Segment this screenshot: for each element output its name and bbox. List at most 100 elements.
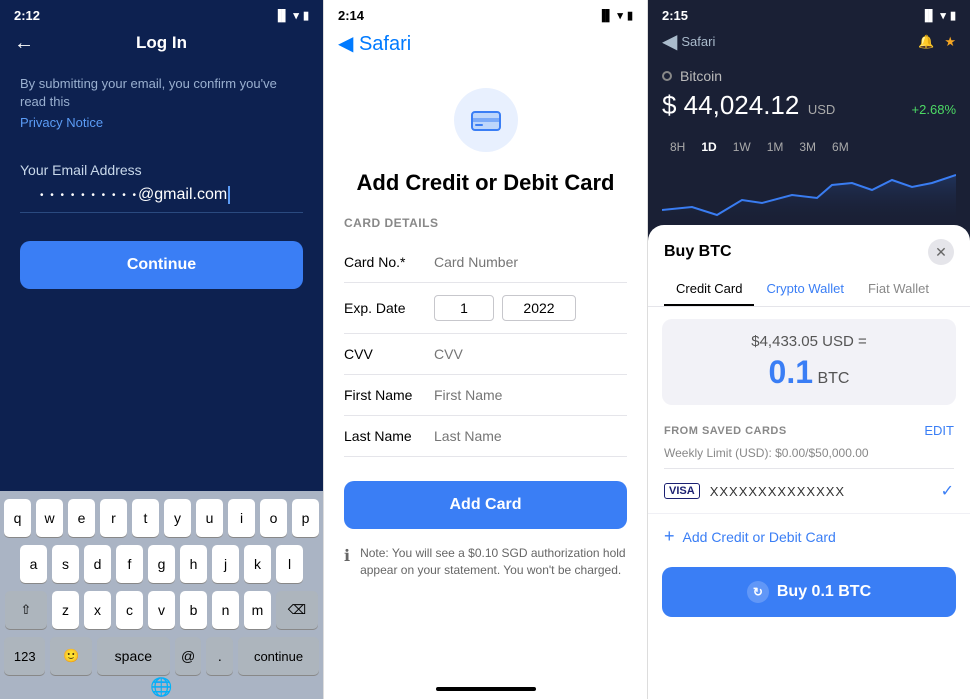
battery-icon-2: ▮ <box>627 9 633 22</box>
buy-button[interactable]: ↻ Buy 0.1 BTC <box>662 567 956 617</box>
note-row: ℹ Note: You will see a $0.10 SGD authori… <box>344 545 627 579</box>
key-q[interactable]: q <box>4 499 31 537</box>
key-z[interactable]: z <box>52 591 79 629</box>
keyboard-row-4: 123 🙂 space @ . continue <box>4 637 319 675</box>
exp-date-label: Exp. Date <box>344 300 434 316</box>
globe-icon[interactable]: 🌐 <box>150 677 172 698</box>
key-j[interactable]: j <box>212 545 239 583</box>
privacy-link[interactable]: Privacy Notice <box>0 115 323 134</box>
home-bar-2 <box>436 687 536 691</box>
email-input-row[interactable]: • • • • • • • • • • @gmail.com <box>20 186 303 213</box>
first-name-input[interactable] <box>434 387 627 403</box>
modal-tabs: Credit Card Crypto Wallet Fiat Wallet <box>648 273 970 307</box>
tab-credit-card[interactable]: Credit Card <box>664 273 754 306</box>
coin-name: Bitcoin <box>680 68 722 84</box>
key-b[interactable]: b <box>180 591 207 629</box>
close-button[interactable]: ✕ <box>928 239 954 265</box>
card-icon-container <box>454 88 518 152</box>
key-p[interactable]: p <box>292 499 319 537</box>
crypto-header: Bitcoin $ 44,024.12 USD +2.68% <box>648 60 970 129</box>
chart-tab-1m[interactable]: 1M <box>759 137 792 157</box>
chart-tab-6m[interactable]: 6M <box>824 137 857 157</box>
email-dots: • • • • • • • • • • <box>40 190 138 201</box>
key-g[interactable]: g <box>148 545 175 583</box>
key-m[interactable]: m <box>244 591 271 629</box>
key-delete[interactable]: ⌫ <box>276 591 318 629</box>
key-l[interactable]: l <box>276 545 303 583</box>
buy-btn-label: Buy 0.1 BTC <box>777 583 871 601</box>
tab-fiat-wallet[interactable]: Fiat Wallet <box>856 273 941 306</box>
key-e[interactable]: e <box>68 499 95 537</box>
saved-cards-header: FROM SAVED CARDS EDIT <box>648 417 970 444</box>
coin-row: Bitcoin <box>662 68 956 84</box>
key-a[interactable]: a <box>20 545 47 583</box>
key-n[interactable]: n <box>212 591 239 629</box>
time-3: 2:15 <box>662 8 688 23</box>
text-cursor <box>228 186 230 204</box>
signal-icon-3: ▐▌ <box>921 10 937 22</box>
tab-crypto-wallet[interactable]: Crypto Wallet <box>754 273 856 306</box>
screen2-add-card: 2:14 ▐▌ ▾ ▮ ◀ Safari Add Credit or Debit… <box>323 0 648 699</box>
key-w[interactable]: w <box>36 499 63 537</box>
keyboard: q w e r t y u i o p a s d f g h j k l ⇧ … <box>0 491 323 699</box>
cvv-input[interactable] <box>434 346 627 362</box>
add-card-link[interactable]: Add Credit or Debit Card <box>683 529 836 545</box>
key-v[interactable]: v <box>148 591 175 629</box>
last-name-input[interactable] <box>434 428 627 444</box>
key-space[interactable]: space <box>97 637 170 675</box>
key-h[interactable]: h <box>180 545 207 583</box>
battery-icon-3: ▮ <box>950 9 956 22</box>
key-emoji[interactable]: 🙂 <box>50 637 91 675</box>
screen3-crypto: 2:15 ▐▌ ▾ ▮ ◀ Safari 🔔 ★ Bitcoin $ 44,02… <box>648 0 970 699</box>
add-card-row[interactable]: + Add Credit or Debit Card <box>648 514 970 559</box>
chart-tab-1w[interactable]: 1W <box>725 137 759 157</box>
key-x[interactable]: x <box>84 591 111 629</box>
price-currency: USD <box>808 102 835 117</box>
edit-button[interactable]: EDIT <box>924 423 954 438</box>
status-bar-3: 2:15 ▐▌ ▾ ▮ <box>648 0 970 27</box>
buy-modal: Buy BTC ✕ Credit Card Crypto Wallet Fiat… <box>648 225 970 699</box>
last-name-row: Last Name <box>344 416 627 457</box>
key-continue[interactable]: continue <box>238 637 319 675</box>
key-u[interactable]: u <box>196 499 223 537</box>
chart-tabs: 8H 1D 1W 1M 3M 6M <box>648 129 970 165</box>
chart-tab-8h[interactable]: 8H <box>662 137 693 157</box>
first-name-row: First Name <box>344 375 627 416</box>
nav-bar-1: ← Log In <box>0 27 323 59</box>
last-name-label: Last Name <box>344 428 434 444</box>
key-123[interactable]: 123 <box>4 637 45 675</box>
saved-card-row[interactable]: VISA XXXXXXXXXXXXXX ✓ <box>648 469 970 514</box>
key-period[interactable]: . <box>206 637 233 675</box>
key-i[interactable]: i <box>228 499 255 537</box>
add-card-button[interactable]: Add Card <box>344 481 627 529</box>
visa-badge: VISA <box>664 483 700 499</box>
btc-amount-row: 0.1 BTC <box>676 354 942 391</box>
info-icon: ℹ <box>344 546 350 568</box>
key-d[interactable]: d <box>84 545 111 583</box>
key-o[interactable]: o <box>260 499 287 537</box>
key-shift[interactable]: ⇧ <box>5 591 47 629</box>
price-row: $ 44,024.12 USD +2.68% <box>662 90 956 121</box>
key-r[interactable]: r <box>100 499 127 537</box>
key-s[interactable]: s <box>52 545 79 583</box>
key-c[interactable]: c <box>116 591 143 629</box>
safari-back-2[interactable]: ◀ Safari <box>338 31 411 56</box>
star-icon[interactable]: ★ <box>944 34 956 50</box>
key-k[interactable]: k <box>244 545 271 583</box>
chart-tab-1d[interactable]: 1D <box>693 137 724 157</box>
exp-year-input[interactable] <box>502 295 576 321</box>
battery-icon: ▮ <box>303 9 309 22</box>
key-at[interactable]: @ <box>175 637 202 675</box>
modal-title: Buy BTC <box>664 243 732 261</box>
exp-month-input[interactable] <box>434 295 494 321</box>
safari-back-3[interactable]: ◀ <box>662 29 677 54</box>
key-y[interactable]: y <box>164 499 191 537</box>
amount-display: $4,433.05 USD = 0.1 BTC <box>662 319 956 405</box>
back-button-1[interactable]: ← <box>14 32 34 55</box>
key-t[interactable]: t <box>132 499 159 537</box>
card-number-input[interactable] <box>434 254 627 270</box>
continue-button[interactable]: Continue <box>20 241 303 289</box>
key-f[interactable]: f <box>116 545 143 583</box>
bell-icon[interactable]: 🔔 <box>918 34 934 50</box>
chart-tab-3m[interactable]: 3M <box>791 137 824 157</box>
